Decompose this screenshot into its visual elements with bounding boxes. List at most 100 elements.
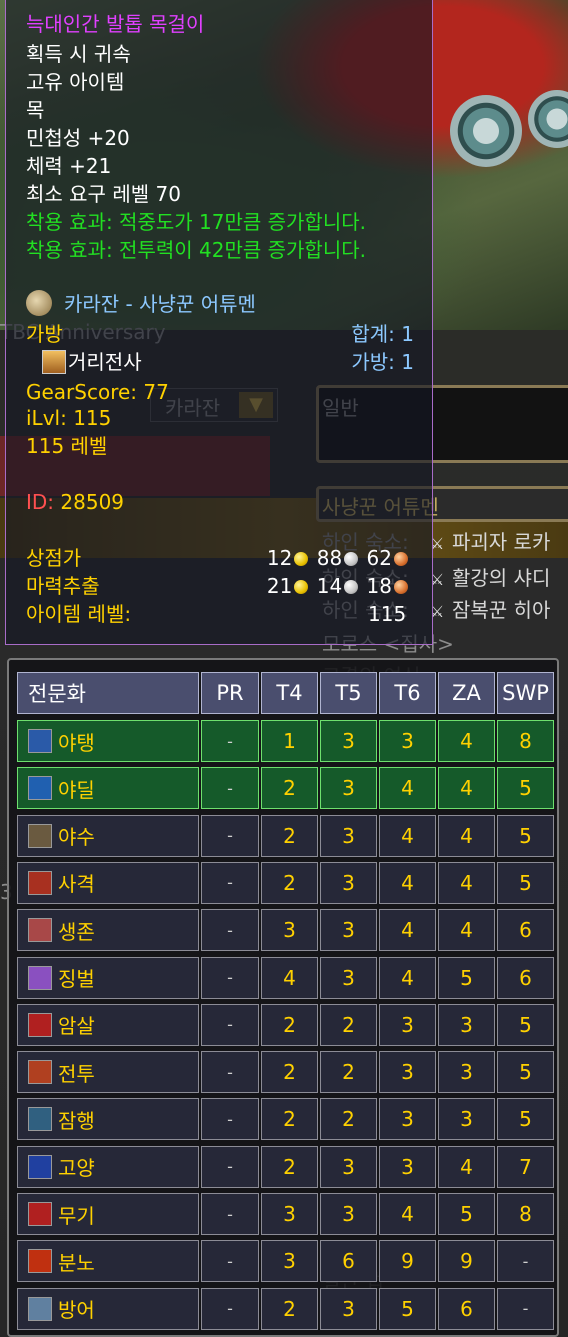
spec-cell[interactable]: 분노 bbox=[17, 1240, 199, 1283]
copper-coin-icon bbox=[394, 551, 408, 566]
priority-cell-t4: 2 bbox=[261, 1051, 318, 1094]
priority-cell-pr: - bbox=[201, 909, 259, 952]
item-id-label: ID: bbox=[26, 490, 55, 514]
priority-cell-za: 3 bbox=[438, 1098, 495, 1141]
combat-icon bbox=[28, 1060, 52, 1085]
priority-cell-t5: 3 bbox=[320, 767, 377, 810]
item-level-value: 115 bbox=[368, 602, 407, 626]
spec-cell[interactable]: 암살 bbox=[17, 1003, 199, 1046]
equip-effect-1: 착용 효과: 적중도가 17만큼 증가합니다. bbox=[26, 210, 366, 234]
column-header-za[interactable]: ZA bbox=[438, 672, 495, 714]
disenchant-price: 21 14 18 bbox=[267, 572, 410, 600]
priority-cell-swp: 5 bbox=[497, 1003, 554, 1046]
total-count: 합계: 1 bbox=[351, 320, 414, 348]
priority-cell-swp: 5 bbox=[497, 861, 554, 904]
column-header-spec[interactable]: 전문화 bbox=[17, 672, 199, 714]
priority-cell-pr: - bbox=[201, 1287, 259, 1330]
assassination-icon bbox=[28, 1012, 52, 1037]
priority-cell-t4: 2 bbox=[261, 1145, 318, 1188]
item-name: 늑대인간 발톱 목걸이 bbox=[26, 12, 205, 36]
spec-cell[interactable]: 잠행 bbox=[17, 1098, 199, 1141]
priority-cell-t5: 3 bbox=[320, 1193, 377, 1235]
spec-cell[interactable]: 사격 bbox=[17, 861, 199, 904]
priority-cell-pr: - bbox=[201, 1240, 259, 1283]
priority-cell-pr: - bbox=[201, 767, 259, 810]
stat-agility: 민첩성 +20 bbox=[26, 126, 130, 150]
cat-icon bbox=[28, 776, 52, 801]
gearscore: GearScore: 77 bbox=[26, 380, 169, 404]
priority-cell-t4: 3 bbox=[261, 1240, 318, 1283]
priority-cell-t5: 3 bbox=[320, 814, 377, 857]
spec-cell[interactable]: 생존 bbox=[17, 909, 199, 952]
spec-cell[interactable]: 전투 bbox=[17, 1051, 199, 1094]
boss-name: 활강의 샤디 bbox=[452, 566, 551, 590]
priority-cell-t6: 4 bbox=[379, 1193, 436, 1235]
priority-cell-t6: 3 bbox=[379, 1051, 436, 1094]
column-header-t6[interactable]: T6 bbox=[379, 672, 436, 714]
vendor-silver: 88 bbox=[316, 546, 343, 570]
drop-source: 카라잔 - 사냥꾼 어튜멘 bbox=[64, 292, 256, 316]
priority-cell-t6: 4 bbox=[379, 767, 436, 810]
bind-type: 획득 시 귀속 bbox=[26, 42, 131, 66]
priority-cell-t5: 3 bbox=[320, 720, 377, 762]
priority-cell-swp: 6 bbox=[497, 956, 554, 999]
de-gold: 21 bbox=[266, 574, 293, 598]
spec-name: 생존 bbox=[58, 919, 95, 944]
bag-count-label: 가방: 1 bbox=[351, 350, 414, 374]
priority-cell-t5: 2 bbox=[320, 1051, 377, 1094]
column-header-t5[interactable]: T5 bbox=[320, 672, 377, 714]
priority-cell-pr: - bbox=[201, 814, 259, 857]
spec-cell[interactable]: 무기 bbox=[17, 1193, 199, 1235]
column-header-pr[interactable]: PR bbox=[201, 672, 259, 714]
bag-count: 가방: 1 bbox=[351, 348, 414, 376]
priority-cell-za: 5 bbox=[438, 956, 495, 999]
priority-cell-swp: 5 bbox=[497, 814, 554, 857]
priority-cell-za: 4 bbox=[438, 909, 495, 952]
priority-cell-t4: 2 bbox=[261, 1287, 318, 1330]
column-header-swp[interactable]: SWP bbox=[497, 672, 554, 714]
priority-cell-za: 3 bbox=[438, 1003, 495, 1046]
subtlety-icon bbox=[28, 1107, 52, 1132]
spec-cell[interactable]: 방어 bbox=[17, 1287, 199, 1330]
spec-cell[interactable]: 징벌 bbox=[17, 956, 199, 999]
priority-cell-swp: 7 bbox=[497, 1145, 554, 1188]
stat-stamina: 체력 +21 bbox=[26, 154, 112, 178]
priority-cell-swp: 5 bbox=[497, 767, 554, 810]
priority-cell-pr: - bbox=[201, 1051, 259, 1094]
marksman-icon bbox=[28, 870, 52, 895]
priority-cell-t4: 2 bbox=[261, 861, 318, 904]
unique-flag: 고유 아이템 bbox=[26, 70, 125, 94]
fury-icon bbox=[28, 1249, 52, 1274]
spec-name: 야탱 bbox=[58, 730, 95, 755]
spec-cell[interactable]: 고양 bbox=[17, 1145, 199, 1188]
priority-cell-t6: 3 bbox=[379, 720, 436, 762]
spec-cell[interactable]: 야딜 bbox=[17, 767, 199, 810]
spec-name: 잠행 bbox=[58, 1108, 95, 1133]
priority-cell-za: 4 bbox=[438, 720, 495, 762]
boss-name: 파괴자 로카 bbox=[452, 530, 551, 554]
priority-cell-swp: - bbox=[497, 1240, 554, 1283]
bag-label: 가방 bbox=[26, 322, 63, 346]
priority-cell-t5: 2 bbox=[320, 1003, 377, 1046]
priority-cell-za: 4 bbox=[438, 861, 495, 904]
vendor-price: 12 88 62 bbox=[267, 544, 410, 572]
spec-name: 야딜 bbox=[58, 777, 95, 802]
priority-cell-t6: 3 bbox=[379, 1145, 436, 1188]
priority-cell-t5: 3 bbox=[320, 861, 377, 904]
boss-list-item[interactable]: ⚔ 잠복꾼 히아 bbox=[430, 594, 550, 623]
survival-icon bbox=[28, 918, 52, 943]
priority-cell-t4: 2 bbox=[261, 1003, 318, 1046]
character-portrait-icon bbox=[42, 350, 66, 374]
column-header-t4[interactable]: T4 bbox=[261, 672, 318, 714]
boss-list-item[interactable]: ⚔ 파괴자 로카 bbox=[430, 526, 550, 555]
protection-icon bbox=[28, 1296, 52, 1321]
spec-cell[interactable]: 야탱 bbox=[17, 720, 199, 762]
priority-cell-t6: 3 bbox=[379, 1003, 436, 1046]
gold-coin-icon bbox=[294, 579, 309, 594]
vendor-price-label: 상점가 bbox=[26, 546, 82, 570]
spec-cell[interactable]: 야수 bbox=[17, 814, 199, 857]
priority-cell-t5: 3 bbox=[320, 909, 377, 952]
boss-list-item[interactable]: ⚔ 활강의 샤디 bbox=[430, 562, 550, 591]
spec-name: 암살 bbox=[58, 1014, 95, 1039]
spec-name: 징벌 bbox=[58, 967, 95, 991]
